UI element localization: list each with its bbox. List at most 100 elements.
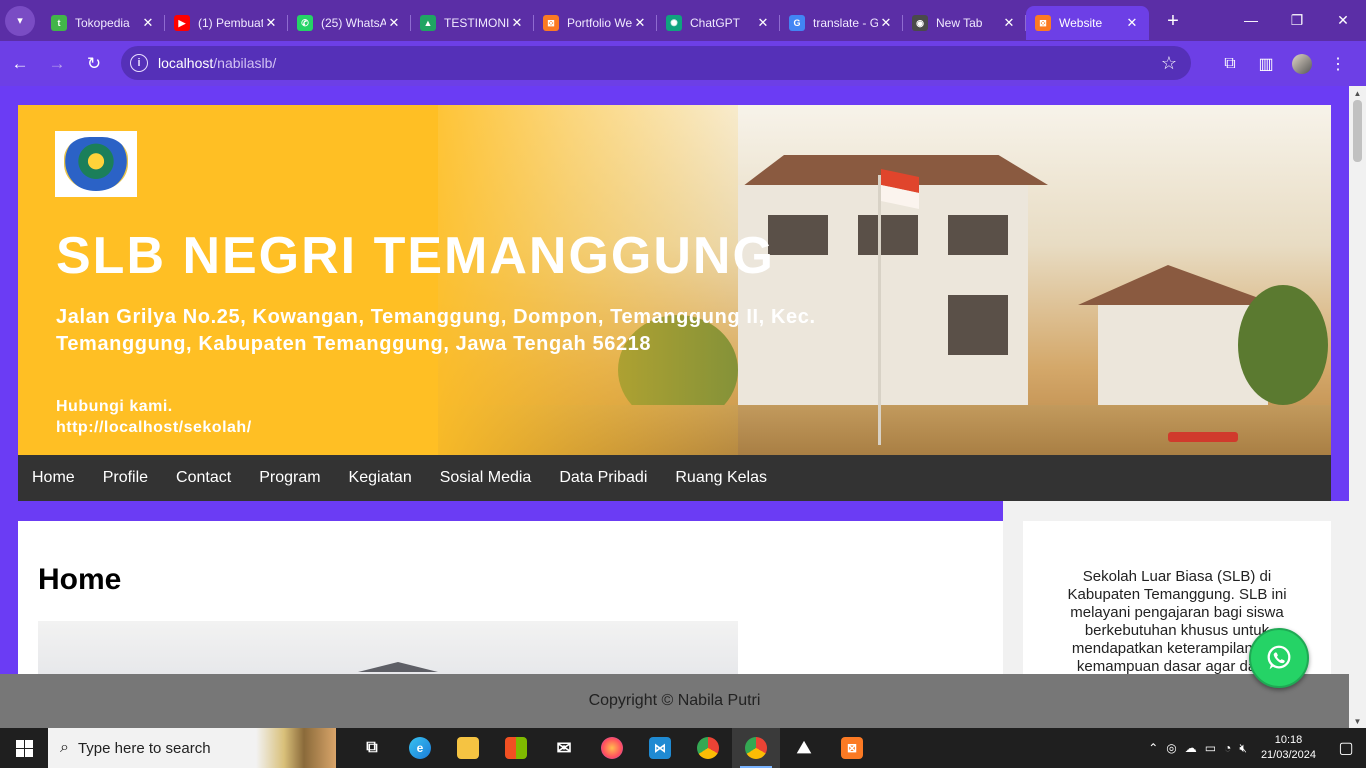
nav-ruang-kelas[interactable]: Ruang Kelas: [661, 455, 781, 501]
browser-tab[interactable]: ⊠ Portfolio Website✕: [534, 6, 657, 40]
window-shape: [858, 215, 918, 255]
contact-label: Hubungi kami.: [56, 398, 173, 415]
battery-icon[interactable]: ▭: [1201, 741, 1220, 755]
browser-tab[interactable]: ▲ TESTIMONI ✕: [411, 6, 534, 40]
taskbar-edge[interactable]: e: [396, 728, 444, 768]
xampp-icon: ⊠: [841, 737, 863, 759]
whatsapp-float-button[interactable]: [1249, 628, 1309, 688]
close-tab-icon[interactable]: ✕: [386, 15, 402, 31]
url-host: localhost: [158, 55, 214, 71]
nav-profile[interactable]: Profile: [89, 455, 162, 501]
store-icon: [505, 737, 527, 759]
volume-icon[interactable]: 🔇︎: [1235, 741, 1251, 756]
wifi-icon[interactable]: ◔: [1220, 741, 1235, 755]
window-shape: [948, 215, 1008, 255]
nav-home[interactable]: Home: [18, 455, 89, 501]
browser-tab[interactable]: ✆ (25) WhatsApp✕: [288, 6, 411, 40]
taskbar-photos[interactable]: ⛰: [780, 728, 828, 768]
whatsapp-icon: [1267, 645, 1291, 670]
new-tab-button[interactable]: +: [1159, 8, 1187, 36]
youtube-icon: ▶: [174, 15, 190, 31]
page-scrollbar[interactable]: ▲ ▼: [1349, 86, 1366, 728]
nav-sosial-media[interactable]: Sosial Media: [426, 455, 546, 501]
tab-title: Tokopedia: [75, 16, 130, 30]
reload-button[interactable]: ↻: [77, 47, 111, 81]
close-tab-icon[interactable]: ✕: [755, 15, 771, 31]
side-panel-icon[interactable]: ▥: [1248, 47, 1284, 81]
profile-avatar[interactable]: [1292, 54, 1312, 74]
page-viewport: SLB NEGRI TEMANGGUNG Jalan Grilya No.25,…: [0, 86, 1349, 728]
tokopedia-icon: t: [51, 15, 67, 31]
tray-overflow-icon[interactable]: ⌃: [1144, 741, 1162, 755]
windows-taskbar: ⌕ Type here to search ⧉ e ✉ ⋈ ⛰ ⊠ ⌃ ◎ ☁ …: [0, 728, 1366, 768]
taskbar-xampp[interactable]: ⊠: [828, 728, 876, 768]
nav-program[interactable]: Program: [245, 455, 334, 501]
taskbar-firefox[interactable]: [588, 728, 636, 768]
search-highlight-image: [256, 728, 336, 768]
google-icon: G: [789, 15, 805, 31]
browser-tab[interactable]: Gtranslate - Google✕: [780, 6, 903, 40]
photos-icon: ⛰: [796, 738, 812, 757]
browser-menu-icon[interactable]: ⋮: [1320, 47, 1356, 81]
browser-tab[interactable]: ▶ (1) Pembuatan✕: [165, 6, 288, 40]
start-button[interactable]: [0, 728, 48, 768]
tab-search-button[interactable]: ▾: [5, 5, 35, 36]
window-controls: — ❐ ✕: [1228, 0, 1366, 40]
clock[interactable]: 10:18 21/03/2024: [1251, 733, 1326, 763]
browser-tab[interactable]: ◉ New Tab ✕: [903, 6, 1026, 40]
close-window-icon[interactable]: ✕: [1320, 0, 1366, 40]
browser-tab[interactable]: t Tokopedia ✕: [42, 6, 165, 40]
contact-url: http://localhost/sekolah/: [56, 419, 252, 436]
address-bar[interactable]: i localhost/nabilaslb/ ☆: [121, 46, 1191, 80]
nav-contact[interactable]: Contact: [162, 455, 245, 501]
close-tab-icon[interactable]: ✕: [878, 15, 894, 31]
taskbar-file-explorer[interactable]: [444, 728, 492, 768]
scroll-thumb[interactable]: [1353, 100, 1362, 162]
temanggung-emblem-icon: [64, 137, 128, 191]
notification-icon[interactable]: ▢: [1326, 738, 1366, 758]
meet-now-icon[interactable]: ◎: [1162, 741, 1180, 755]
close-tab-icon[interactable]: ✕: [1001, 15, 1017, 31]
nav-data-pribadi[interactable]: Data Pribadi: [545, 455, 661, 501]
nav-kegiatan[interactable]: Kegiatan: [335, 455, 426, 501]
back-button[interactable]: ←: [3, 47, 37, 81]
task-view-button[interactable]: ⧉: [348, 728, 396, 768]
taskbar-mail[interactable]: ✉: [540, 728, 588, 768]
browser-tab-bar: ▾ tTokopedia✕▶(1) Pembuatan✕✆(25) WhatsA…: [0, 0, 1366, 41]
contact-block: Hubungi kami. http://localhost/sekolah/: [56, 396, 252, 438]
browser-tab[interactable]: ✺ ChatGPT ✕: [657, 6, 780, 40]
mail-icon: ✉: [556, 737, 572, 758]
main-navbar: Home Profile Contact Program Kegiatan So…: [18, 455, 1331, 501]
browser-tab[interactable]: ⊠ Website ✕: [1026, 6, 1149, 40]
clock-date: 21/03/2024: [1260, 749, 1316, 761]
whatsapp-icon: ✆: [297, 15, 313, 31]
taskbar-search[interactable]: ⌕ Type here to search: [48, 728, 336, 768]
minimize-icon[interactable]: —: [1228, 0, 1274, 40]
close-tab-icon[interactable]: ✕: [140, 15, 156, 31]
tab-title: (25) WhatsApp: [321, 16, 386, 30]
firefox-icon: [601, 737, 623, 759]
bookmark-star-icon[interactable]: ☆: [1161, 53, 1177, 74]
scroll-down-arrow-icon[interactable]: ▼: [1349, 714, 1366, 728]
extensions-icon[interactable]: ⧉: [1212, 47, 1248, 81]
window-shape: [768, 215, 828, 255]
close-tab-icon[interactable]: ✕: [263, 15, 279, 31]
taskbar-vscode[interactable]: ⋈: [636, 728, 684, 768]
restore-icon[interactable]: ❐: [1274, 0, 1320, 40]
close-tab-icon[interactable]: ✕: [632, 15, 648, 31]
onedrive-icon[interactable]: ☁: [1181, 741, 1201, 755]
page-title: Home: [38, 563, 122, 596]
scroll-up-arrow-icon[interactable]: ▲: [1349, 86, 1366, 100]
chrome-icon: [697, 737, 719, 759]
search-icon: ⌕: [60, 739, 69, 756]
site-info-icon[interactable]: i: [130, 54, 148, 72]
google-drive-icon: ▲: [420, 15, 436, 31]
edge-icon: e: [409, 737, 431, 759]
taskbar-store[interactable]: [492, 728, 540, 768]
taskbar-chrome[interactable]: [684, 728, 732, 768]
close-tab-icon[interactable]: ✕: [509, 15, 525, 31]
taskbar-chrome-profile[interactable]: [732, 728, 780, 768]
forward-button[interactable]: →: [40, 47, 74, 81]
close-tab-icon[interactable]: ✕: [1124, 15, 1140, 31]
chrome-icon: [745, 737, 767, 759]
